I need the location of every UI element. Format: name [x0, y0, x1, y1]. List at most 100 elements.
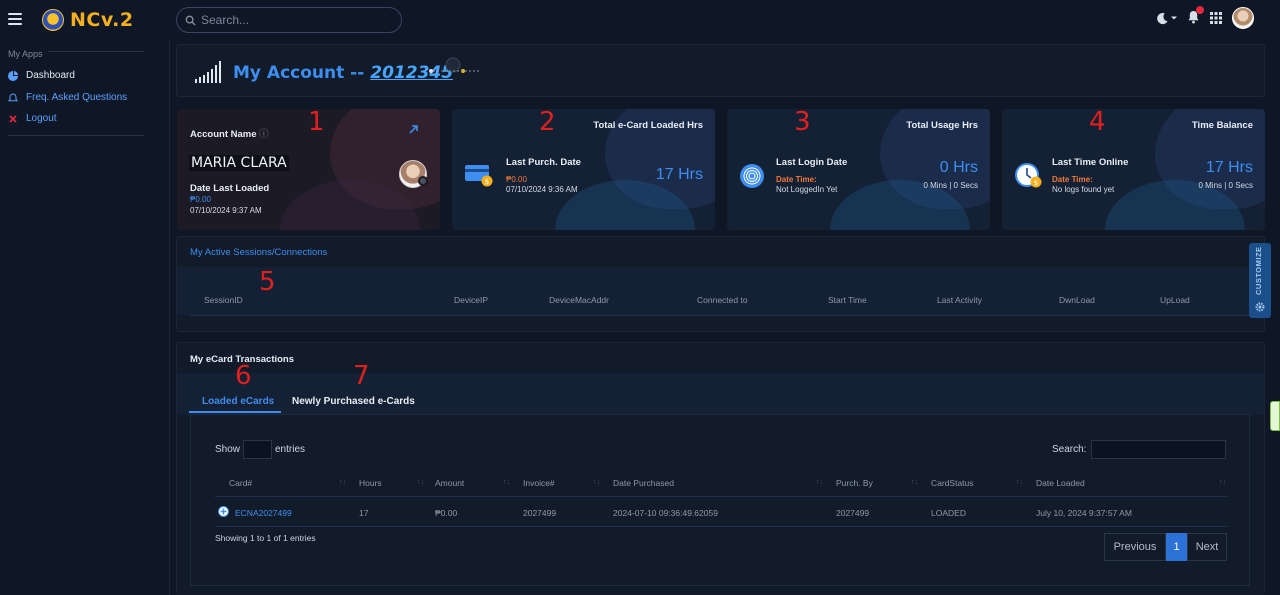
signal-bars-icon	[195, 61, 221, 83]
column-header[interactable]: Invoice#	[523, 478, 555, 488]
clock-icon: $	[1015, 163, 1042, 188]
active-tab-indicator	[189, 411, 281, 413]
info-icon[interactable]: ⓘ	[259, 129, 269, 140]
search-box[interactable]	[176, 7, 402, 33]
divider	[48, 51, 144, 52]
logo-text: NCv.2	[70, 9, 134, 31]
column-header[interactable]: Connected to	[697, 295, 748, 305]
column-header[interactable]: CardStatus	[931, 478, 974, 488]
purchase-datetime: 07/10/2024 9:36 AM	[506, 185, 578, 194]
annotation-number: 3	[794, 109, 811, 137]
column-header[interactable]: DeviceIP	[454, 295, 488, 305]
column-header[interactable]: Date Loaded	[1036, 478, 1085, 488]
cell-date-purchased: 2024-07-10 09:36:49.62059	[613, 508, 718, 518]
last-login-label: Last Login Date	[776, 157, 848, 168]
balance-hours: 17 Hrs	[1205, 159, 1253, 176]
svg-text:$: $	[1034, 179, 1038, 187]
apps-grid-icon[interactable]	[1210, 12, 1222, 24]
sidebar-item-logout[interactable]: Logout	[8, 113, 57, 124]
card-title: Total Usage Hrs	[906, 120, 978, 131]
annotation-number: 5	[259, 267, 276, 297]
previous-button[interactable]: Previous	[1104, 533, 1166, 561]
account-datetime: 07/10/2024 9:37 AM	[190, 206, 262, 215]
card-title: Total e-Card Loaded Hrs	[593, 120, 703, 131]
usage-mins: 0 Mins | 0 Secs	[923, 181, 978, 190]
card-title: Time Balance	[1191, 120, 1253, 131]
column-header[interactable]: Date Purchased	[613, 478, 674, 488]
column-header[interactable]: Purch. By	[836, 478, 873, 488]
last-online-label: Last Time Online	[1052, 157, 1129, 168]
next-button[interactable]: Next	[1187, 533, 1227, 561]
column-header[interactable]: Hours	[359, 478, 382, 488]
notification-badge	[1196, 5, 1204, 14]
usage-hours: 0 Hrs	[939, 159, 978, 176]
expand-arrow-icon[interactable]	[409, 125, 418, 134]
column-header[interactable]: Card#	[229, 478, 252, 488]
sessions-title: My Active Sessions/Connections	[190, 247, 328, 258]
page-title-text: My Account --	[233, 63, 365, 83]
last-login-value: Not LoggedIn Yet	[776, 185, 838, 194]
cell-date-loaded: July 10, 2024 9:37:57 AM	[1036, 508, 1132, 518]
annotation-number: 1	[308, 109, 325, 137]
card-number-link[interactable]: ECNA2027499	[235, 508, 292, 518]
column-header[interactable]: Start Time	[828, 295, 867, 305]
table-search-input[interactable]	[1091, 440, 1226, 459]
account-amount: ₱0.00	[190, 195, 211, 204]
purchase-amount: ₱0.00	[506, 175, 527, 184]
gear-icon	[1255, 302, 1265, 312]
sidebar-item-dashboard[interactable]: Dashboard	[8, 70, 75, 81]
pie-chart-icon	[8, 70, 18, 81]
page-title: My Account -- 2012345	[233, 63, 453, 83]
annotation-number: 6	[235, 361, 252, 391]
customize-button[interactable]: CUSTOMIZE	[1249, 243, 1271, 318]
app-logo[interactable]: NCv.2	[42, 9, 134, 31]
column-header[interactable]: DwnLoad	[1059, 295, 1095, 305]
sessions-panel: My Active Sessions/Connections 5 Session…	[176, 236, 1265, 332]
search-label: Search:	[1052, 444, 1087, 455]
transactions-table: Show entries Search: Card# ↑↓ Hours ↑↓ A…	[190, 414, 1250, 586]
top-bar: NCv.2	[0, 0, 1280, 40]
divider	[8, 135, 144, 136]
moon-icon	[1157, 12, 1168, 24]
menu-icon[interactable]	[8, 13, 22, 25]
annotation-number: 2	[539, 109, 556, 137]
tab-loaded-ecards[interactable]: Loaded eCards	[202, 396, 274, 407]
date-last-loaded-label: Date Last Loaded	[190, 183, 270, 194]
sidebar-item-label: Freq. Asked Questions	[26, 92, 128, 103]
ecard-loaded-card: 2 Total e-Card Loaded Hrs $ Last Purch. …	[452, 109, 715, 230]
search-icon	[185, 15, 196, 26]
column-header[interactable]: SessionID	[204, 295, 243, 305]
annotation-number: 4	[1089, 109, 1106, 137]
entries-select[interactable]	[243, 440, 272, 459]
cell-invoice: 2027499	[523, 508, 557, 518]
floating-widget[interactable]	[1270, 401, 1280, 431]
user-avatar[interactable]	[1232, 7, 1254, 29]
tab-newly-purchased[interactable]: Newly Purchased e-Cards	[292, 396, 415, 407]
decoration-graphic	[429, 57, 481, 73]
column-header[interactable]: Amount	[435, 478, 464, 488]
expand-row-icon[interactable]	[218, 506, 229, 517]
page-1-button[interactable]: 1	[1166, 533, 1187, 561]
column-header[interactable]: UpLoad	[1160, 295, 1190, 305]
notification-button[interactable]	[1187, 5, 1204, 27]
bell-icon	[8, 92, 18, 101]
cell-status: LOADED	[931, 508, 966, 518]
credit-card-icon: $	[465, 165, 493, 187]
column-header[interactable]: Last Activity	[937, 295, 982, 305]
date-time-label: Date Time:	[1052, 175, 1093, 184]
search-input[interactable]	[201, 13, 381, 27]
logo-badge-icon	[42, 9, 64, 31]
cell-purch-by: 2027499	[836, 508, 870, 518]
cell-amount: ₱0.00	[435, 508, 458, 518]
usage-card: 3 Total Usage Hrs Last Login Date Date T…	[727, 109, 990, 230]
annotation-number: 7	[353, 361, 370, 391]
column-header[interactable]: DeviceMacAddr	[549, 295, 609, 305]
account-card: Account Name ⓘ 1 MARIA CLARA Date Last L…	[177, 109, 440, 230]
last-online-value: No logs found yet	[1052, 185, 1115, 194]
theme-toggle-button[interactable]	[1156, 12, 1177, 25]
account-header: My Account -- 2012345	[176, 44, 1265, 97]
status-indicator	[418, 176, 428, 186]
sidebar-item-faq[interactable]: Freq. Asked Questions	[8, 92, 127, 103]
sidebar-item-label: Dashboard	[26, 70, 75, 81]
sidebar-heading: My Apps	[8, 49, 43, 59]
